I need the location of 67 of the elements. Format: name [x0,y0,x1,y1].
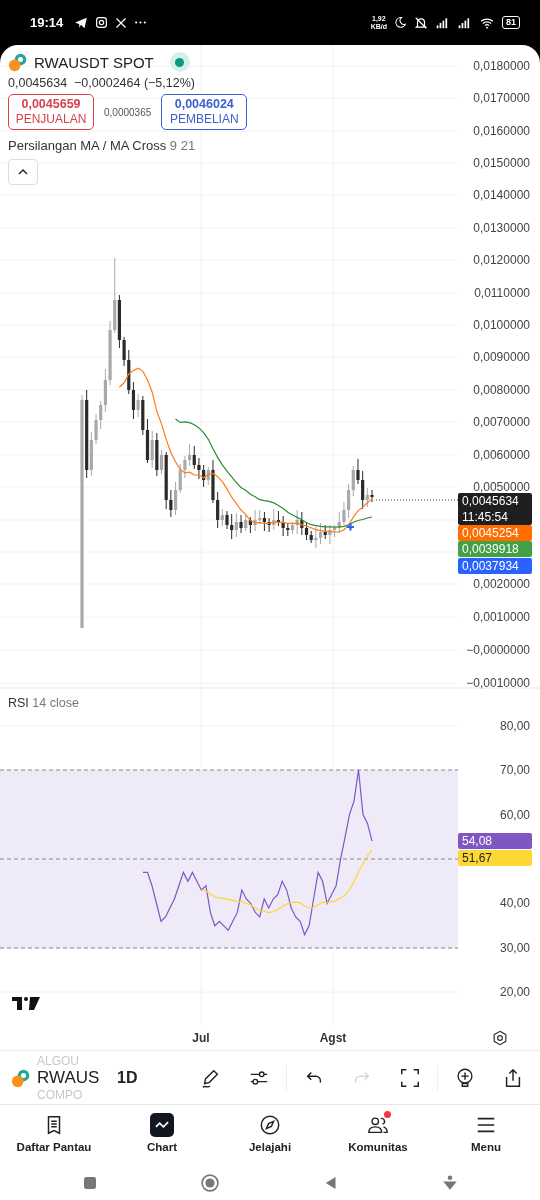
price-axis-label: 0,0170000 [473,91,530,105]
price-axis-label: −0,0010000 [466,676,530,690]
price-axis-label: 0,0050000 [473,480,530,494]
price-axis-label: 0,0080000 [473,383,530,397]
price-axis-label: 0,0020000 [473,577,530,591]
indicator-legend: Persilangan MA / MA Cross 9 21 [8,138,248,153]
time-axis-label: Jul [192,1031,210,1045]
moon-icon [394,16,407,29]
price-axis-label: 0,0160000 [473,124,530,138]
wifi-icon [479,15,495,30]
price-axis-label: 0,0090000 [473,350,530,364]
muted-bell-icon [414,15,428,30]
price-tag: 0,0045254 [458,525,532,541]
settings-icon [492,1030,508,1046]
coin-logo-icon [11,1067,31,1088]
price-axis-label: 0,0060000 [473,448,530,462]
price-axis-label: 0,0120000 [473,253,530,267]
logo-icon [12,997,40,1010]
rsi-axis-label: 40,00 [499,896,530,910]
nav-tab[interactable]: Chart [108,1105,216,1160]
time-axis-label: Agst [319,1031,347,1045]
market-status-icon [169,52,190,72]
price-tag: 0,0039918 [458,541,532,557]
symbol-picker-item[interactable]: RWAUS [37,1067,107,1088]
rsi-axis-label: 70,00 [499,763,530,777]
signal-icon [435,15,450,30]
price-axis-label: 0,0070000 [473,415,530,429]
buy-button[interactable]: 0,0046024 PEMBELIAN [161,94,248,130]
nav-tab[interactable]: Komunitas [324,1105,432,1160]
price-axis-label: 0,0150000 [473,156,530,170]
rsi-axis-label: 80,00 [499,719,530,733]
sell-button[interactable]: 0,0045659 PENJUALAN [8,94,94,130]
price-tag: 0,0037934 [458,558,532,574]
price-change: 0,0045634 −0,0002464 (−5,12%) [8,76,196,90]
x-letter-icon [115,16,128,29]
fullscreen-icon [399,1066,421,1089]
price-axis-label: 0,0130000 [473,221,530,235]
battery-level: 81 [502,16,520,29]
collapse-button[interactable] [8,159,38,185]
price-axis-label: 0,0110000 [474,286,530,300]
rsi-tag: 51,67 [458,850,532,866]
nav-tab[interactable]: Daftar Pantau [0,1105,108,1160]
send-icon [74,15,89,30]
price-tag: 0,0045634 11:45:54 [458,493,532,525]
rsi-axis-label: 60,00 [499,808,530,822]
nav-tab[interactable]: Menu [432,1105,540,1160]
chart-line-icon [155,1121,169,1128]
home-icon [200,1173,221,1193]
rsi-axis-label: 20,00 [499,985,530,999]
symbol-title: RWAUSDT SPOT [34,53,154,71]
rsi-tag: 54,08 [458,833,532,849]
price-axis-label: 0,0100000 [473,318,530,332]
compass-icon [259,1113,281,1136]
status-time: 19:14 [30,15,64,30]
spread-value: 0,0000365 [103,106,153,118]
cross-marker-icon [345,522,356,532]
nav-tab[interactable]: Jelajahi [216,1105,324,1160]
signal-icon [457,15,472,30]
price-axis-label: 0,0140000 [473,188,530,202]
rsi-legend: RSI 14 close [8,696,79,710]
rsi-axis-label: 30,00 [499,941,530,955]
camera-icon [95,16,109,29]
price-axis-label: 0,0180000 [473,59,530,73]
price-axis-label: 0,0010000 [473,610,530,624]
coin-logo-icon [8,52,28,72]
interval-button[interactable]: 1D [117,1068,187,1087]
price-axis-label: −0,0000000 [466,643,530,657]
